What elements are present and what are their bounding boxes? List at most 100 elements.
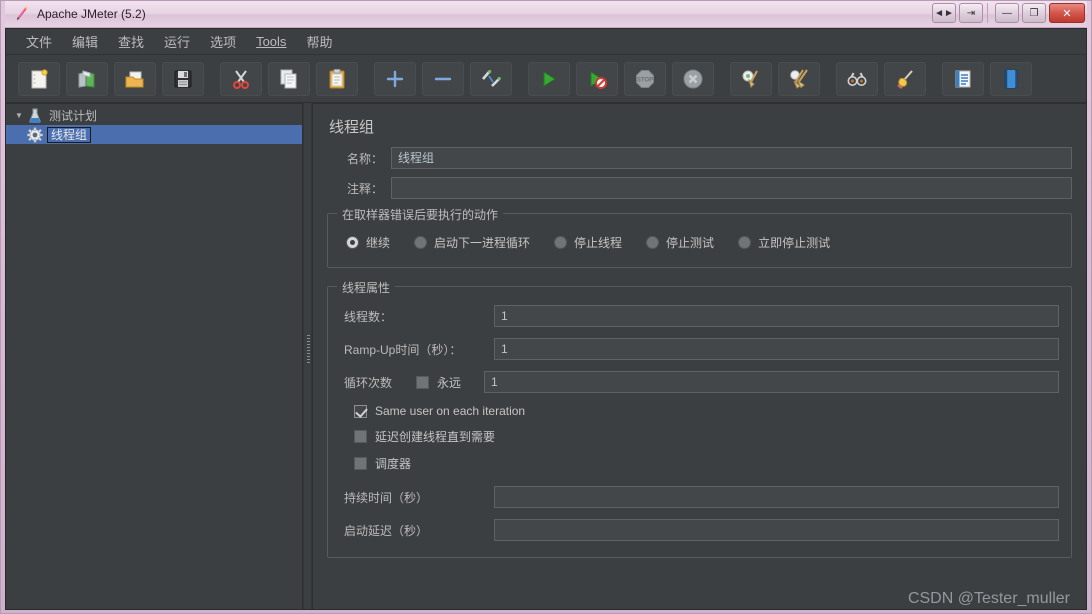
radio-mark-icon [646, 236, 660, 249]
toolbar-help[interactable] [990, 61, 1032, 96]
startup-delay-input[interactable] [494, 519, 1059, 541]
comment-input[interactable] [391, 177, 1072, 199]
duration-label: 持续时间（秒） [344, 490, 429, 505]
stop-sign-icon: STOP [634, 68, 656, 90]
loop-count-input[interactable] [484, 371, 1059, 393]
svg-text:STOP: STOP [637, 77, 653, 83]
menu-help[interactable]: 帮助 [296, 30, 342, 53]
gear-broom-icon [740, 68, 762, 90]
toolbar-copy[interactable] [268, 61, 310, 96]
new-document-icon [28, 68, 50, 90]
application-window: Apache JMeter (5.2) ◄► ⇥ — ❐ ✕ 文件 编辑 查找 … [0, 0, 1092, 614]
scissors-icon [230, 68, 252, 90]
name-label: 名称： [346, 151, 383, 166]
tree-node-label: 测试计划 [49, 109, 98, 123]
toolbar-paste[interactable] [316, 61, 358, 96]
play-green-icon [538, 68, 560, 90]
bell-broom-icon [894, 68, 916, 90]
toolbar-start[interactable] [528, 61, 570, 96]
toolbar-shutdown[interactable] [672, 61, 714, 96]
book-blue-icon [1000, 68, 1022, 90]
restore-side-button[interactable]: ◄► [932, 3, 956, 23]
minimize-button[interactable]: — [995, 3, 1019, 23]
same-user-checkbox[interactable]: Same user on each iteration [354, 404, 1059, 418]
detach-button[interactable]: ⇥ [959, 3, 983, 23]
tree-node-thread-group[interactable]: 线程组 [6, 125, 302, 144]
loop-count-row: 循环次数 永远 [340, 371, 1059, 393]
menu-options[interactable]: 选项 [200, 30, 246, 53]
copy-pages-icon [278, 68, 300, 90]
watermark-text: CSDN @Tester_muller [907, 590, 1070, 607]
radio-label: 立即停止测试 [758, 236, 831, 250]
radio-stop-test[interactable]: 停止测试 [646, 234, 714, 251]
checkbox-mark-icon [354, 404, 367, 418]
menu-file[interactable]: 文件 [16, 30, 62, 53]
delayed-start-label: 延迟创建线程直到需要 [375, 430, 496, 444]
num-threads-input[interactable] [494, 305, 1059, 327]
ramp-up-input[interactable] [494, 338, 1059, 360]
toolbar-search[interactable] [836, 61, 878, 96]
delayed-start-checkbox[interactable]: 延迟创建线程直到需要 [354, 428, 1059, 445]
on-sampler-error-group: 在取样器错误后要执行的动作 继续 启动下一进程循环 停止线程 停止测试 立即停止… [327, 206, 1072, 268]
application-body: 文件 编辑 查找 运行 选项 Tools 帮助 STOP ▼ 测试计划 线程组 … [5, 28, 1087, 610]
toolbar-templates[interactable] [66, 61, 108, 96]
splitter-grip[interactable] [307, 335, 310, 365]
toolbar-clear-all[interactable] [778, 61, 820, 96]
radio-start-next-loop[interactable]: 启动下一进程循环 [414, 234, 530, 251]
toolbar-start-no-timers[interactable] [576, 61, 618, 96]
ramp-up-label: Ramp-Up时间（秒）： [344, 342, 462, 357]
binoculars-icon [846, 68, 868, 90]
toolbar-collapse-all[interactable] [422, 61, 464, 96]
menu-bar: 文件 编辑 查找 运行 选项 Tools 帮助 [6, 29, 1086, 55]
toolbar-clear[interactable] [730, 61, 772, 96]
templates-books-icon [76, 68, 98, 90]
toolbar-reset-search[interactable] [884, 61, 926, 96]
toolbar-toggle[interactable] [470, 61, 512, 96]
menu-edit[interactable]: 编辑 [62, 30, 108, 53]
checkbox-mark-icon [416, 375, 429, 389]
forever-label: 永远 [437, 375, 462, 390]
scheduler-checkbox[interactable]: 调度器 [354, 455, 1059, 472]
menu-run[interactable]: 运行 [154, 30, 200, 53]
ramp-up-row: Ramp-Up时间（秒）： [340, 338, 1059, 360]
thread-properties-title: 线程属性 [337, 279, 396, 296]
menu-search[interactable]: 查找 [108, 30, 154, 53]
tree-node-test-plan[interactable]: ▼ 测试计划 [6, 106, 302, 125]
same-user-label: Same user on each iteration [375, 404, 526, 418]
forever-checkbox[interactable]: 永远 [416, 374, 484, 391]
panel-splitter[interactable] [303, 103, 312, 609]
comment-field-row: 注释： [327, 177, 1072, 199]
startup-delay-label: 启动延迟（秒） [344, 523, 429, 538]
radio-mark-icon [414, 236, 428, 249]
loop-count-label: 循环次数 [344, 375, 393, 390]
play-no-timers-icon [586, 68, 608, 90]
close-button[interactable]: ✕ [1049, 3, 1085, 23]
name-input[interactable] [391, 147, 1072, 169]
menu-tools[interactable]: Tools [246, 32, 296, 51]
jmeter-feather-icon [13, 5, 31, 23]
radio-stop-test-now[interactable]: 立即停止测试 [738, 234, 830, 251]
duration-row: 持续时间（秒） [340, 486, 1059, 508]
maximize-button[interactable]: ❐ [1022, 3, 1046, 23]
name-field-row: 名称： [327, 147, 1072, 169]
plus-icon [384, 68, 406, 90]
duration-input[interactable] [494, 486, 1059, 508]
toolbar-stop[interactable]: STOP [624, 61, 666, 96]
toolbar-function-helper[interactable] [942, 61, 984, 96]
radio-mark-icon [554, 236, 568, 249]
toolbar-cut[interactable] [220, 61, 262, 96]
toolbar-open[interactable] [114, 61, 156, 96]
toolbar-expand-all[interactable] [374, 61, 416, 96]
on-sampler-error-title: 在取样器错误后要执行的动作 [337, 206, 504, 223]
title-bar: Apache JMeter (5.2) ◄► ⇥ — ❐ ✕ [5, 1, 1087, 28]
thread-group-gear-icon [26, 127, 44, 143]
radio-stop-thread[interactable]: 停止线程 [554, 234, 622, 251]
list-notes-icon [952, 68, 974, 90]
toolbar-new-test-plan[interactable] [18, 61, 60, 96]
test-plan-tree[interactable]: ▼ 测试计划 线程组 [6, 103, 303, 609]
radio-continue[interactable]: 继续 [346, 234, 390, 251]
thread-properties-group: 线程属性 线程数： Ramp-Up时间（秒）： 循环次数 永远 [327, 279, 1072, 558]
toolbar-save[interactable] [162, 61, 204, 96]
chevron-down-icon[interactable]: ▼ [12, 111, 26, 120]
scheduler-label: 调度器 [375, 457, 412, 471]
